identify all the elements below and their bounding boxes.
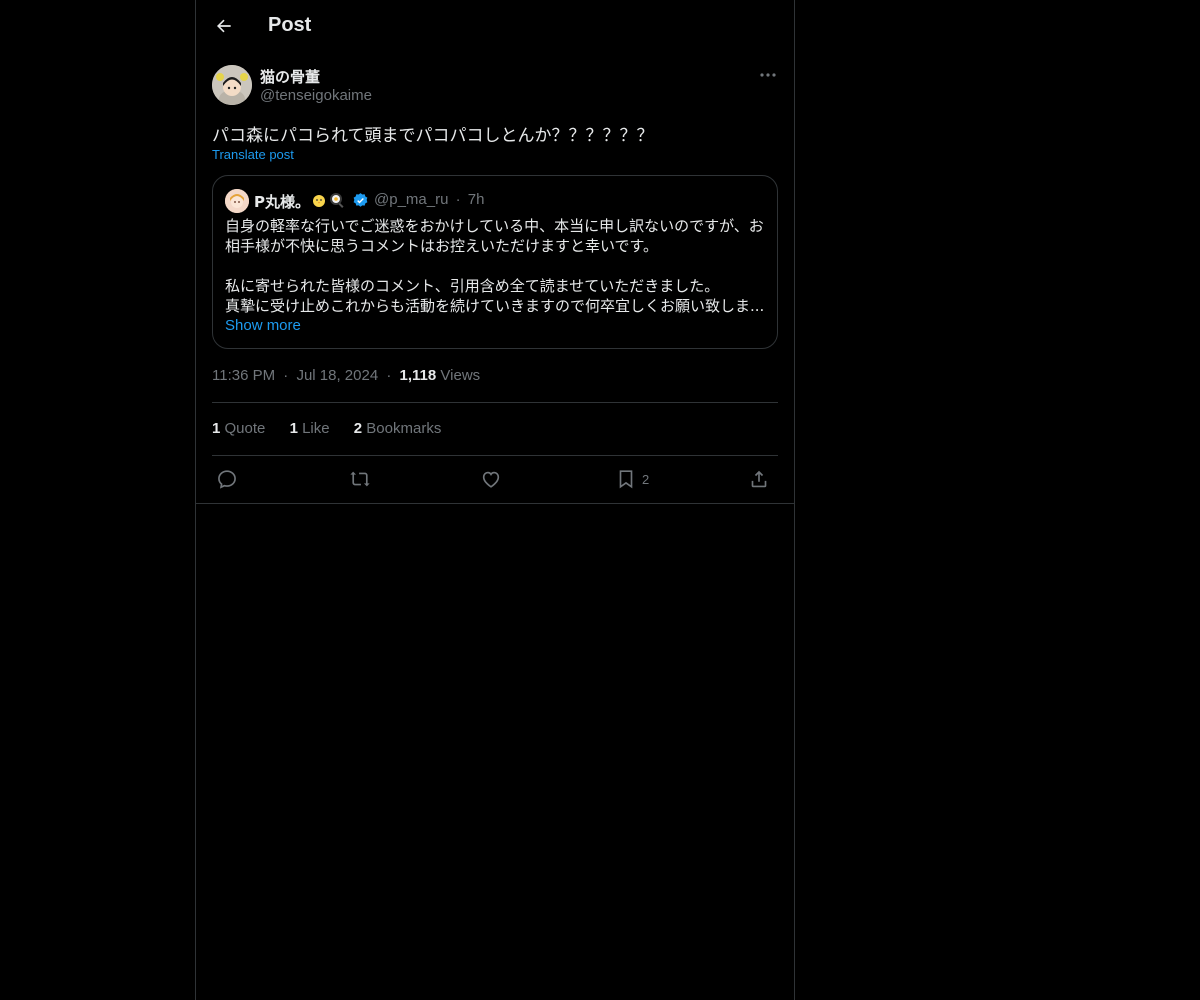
show-more-link[interactable]: Show more <box>225 317 301 334</box>
views-label: Views <box>440 367 481 384</box>
divider <box>212 455 778 456</box>
repost-button[interactable] <box>349 466 371 492</box>
quoted-avatar-image <box>225 189 249 213</box>
stat-label: Quote <box>224 420 266 437</box>
translate-post-link[interactable]: Translate post <box>212 147 294 162</box>
stat-label: Like <box>302 420 330 437</box>
post-metadata: 11:36 PM · Jul 18, 2024 · 1,118 Views <box>212 367 480 384</box>
post-time[interactable]: 11:36 PM <box>212 367 275 384</box>
quoted-text-line: 自身の軽率な行いでご迷惑をおかけしている中、本当に申し訳ないのですが、お <box>225 217 764 235</box>
post-stats: 1 Quote 1 Like 2 Bookmarks <box>212 420 461 437</box>
post-header: Post <box>196 0 794 53</box>
heart-icon <box>482 471 500 488</box>
reply-icon <box>218 470 236 489</box>
quoted-author-meta: @p_ma_ru · 7h <box>374 191 484 208</box>
author-name[interactable]: 猫の骨董 <box>260 66 320 87</box>
quoted-post-card[interactable]: P丸様。 @p_ma_ru · 7h 自身の軽率な行いでご迷惑をおかけしている中… <box>212 175 778 349</box>
divider <box>212 402 778 403</box>
verified-badge-icon <box>353 193 368 207</box>
meta-separator: · <box>455 191 461 208</box>
stat-count: 1 <box>289 420 298 437</box>
bookmark-icon <box>619 470 633 489</box>
reply-button[interactable] <box>216 466 238 492</box>
quoted-post-time: 7h <box>467 191 485 208</box>
like-button[interactable] <box>480 466 502 492</box>
stat-quotes[interactable]: 1 Quote <box>212 420 265 437</box>
more-options-button[interactable] <box>756 66 780 84</box>
back-button[interactable] <box>210 12 238 40</box>
quoted-text-line: 相手様が不快に思うコメントはお控えいただけますと幸いです。 <box>225 237 659 255</box>
post-text: パコ森にパコられて頭までパコパコしとんか？？？？？？ <box>212 126 654 146</box>
stat-label: Bookmarks <box>366 420 442 437</box>
egg-pan-emoji-icon <box>330 193 344 208</box>
author-handle[interactable]: @tenseigokaime <box>260 87 372 104</box>
stat-count: 2 <box>353 420 363 437</box>
repost-icon <box>350 471 370 487</box>
stat-likes[interactable]: 1 Like <box>290 420 330 437</box>
primary-column: Post 猫の骨董 @tenseigokaime パコ森にパコられて頭までパコパ… <box>195 0 795 1000</box>
arrow-left-icon <box>217 19 231 33</box>
quoted-post-text: 自身の軽率な行いでご迷惑をおかけしている中、本当に申し訳ないのですが、お 相手様… <box>225 216 767 316</box>
share-icon <box>751 470 767 488</box>
quoted-author-handle: @p_ma_ru <box>374 191 449 208</box>
quoted-text-line <box>225 256 767 276</box>
stat-bookmarks[interactable]: 2 Bookmarks <box>354 420 442 437</box>
chick-emoji-icon <box>313 195 325 207</box>
views-count: 1,118 <box>399 367 437 384</box>
post-date[interactable]: Jul 18, 2024 <box>296 367 378 384</box>
stat-count: 1 <box>212 420 221 437</box>
quoted-author-name: P丸様。 <box>254 193 310 211</box>
quoted-text-line: 真摯に受け止めこれからも活動を続けていきますので何卒宜しくお願い致しま... <box>225 297 765 315</box>
action-bar: 2 <box>212 466 778 492</box>
divider <box>196 503 794 504</box>
meta-separator: · <box>283 367 289 384</box>
share-button[interactable] <box>748 466 770 492</box>
quoted-author-avatar <box>225 189 249 213</box>
meta-separator: · <box>386 367 392 384</box>
bookmark-count: 2 <box>642 471 650 487</box>
more-dots-icon <box>760 73 776 77</box>
page-title: Post <box>268 14 312 36</box>
author-avatar[interactable] <box>212 65 252 105</box>
avatar-image <box>212 65 252 105</box>
bookmark-button[interactable]: 2 <box>615 466 649 492</box>
quoted-text-line: 私に寄せられた皆様のコメント、引用含め全て読ませていただきました。 <box>225 277 720 295</box>
